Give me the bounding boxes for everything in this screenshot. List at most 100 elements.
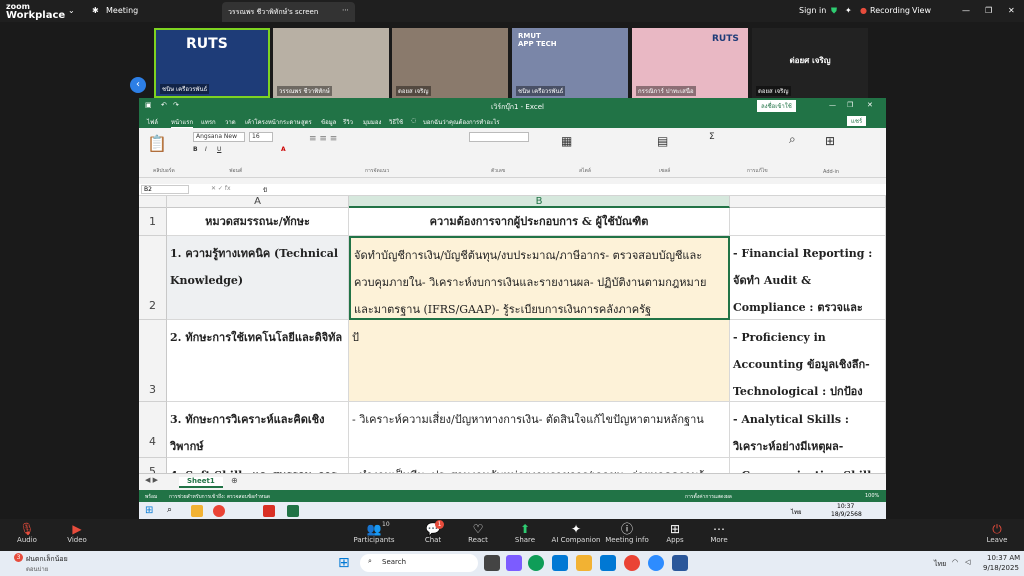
chevron-left-icon[interactable]: ‹	[130, 77, 146, 93]
chevron-down-icon[interactable]: ⌄	[68, 6, 75, 15]
minimize-icon[interactable]: —	[962, 6, 970, 15]
cell-b3[interactable]: ปั	[349, 320, 730, 402]
sparkle-icon[interactable]: ✦	[845, 6, 852, 15]
tell-me-input[interactable]: บอกฉันว่าคุณต้องการทำอะไร	[423, 117, 500, 127]
cell-a5[interactable]: 4. Soft Skills และสมรรถนะการ	[167, 458, 349, 473]
share-screen-tab[interactable]: วรรณพร ชีวาพิทักษ์'s screen ⋯	[222, 2, 355, 22]
recording-label[interactable]: Recording	[870, 6, 910, 15]
close-icon[interactable]: ✕	[1008, 6, 1015, 15]
volume-icon[interactable]: ◁	[965, 558, 970, 566]
cell-a2[interactable]: 1. ความรู้ทางเทคนิค (Technical Knowledge…	[167, 236, 349, 320]
zoom-icon[interactable]	[648, 555, 664, 571]
excel-signin-button[interactable]: ลงชื่อเข้าใช้	[757, 100, 796, 112]
wifi-icon[interactable]: ◠	[952, 558, 958, 566]
row-header[interactable]: 1	[139, 208, 167, 236]
apps-button[interactable]: ⊞ Apps	[650, 522, 700, 544]
video-button[interactable]: ▶ Video	[52, 522, 102, 544]
add-sheet-icon[interactable]: ⊕	[231, 476, 238, 485]
restore-icon[interactable]: ❐	[985, 6, 992, 15]
tab-review[interactable]: รีวิว	[343, 117, 353, 127]
tray-time[interactable]: 10:37 AM	[987, 554, 1020, 562]
sheet-tab[interactable]: Sheet1	[179, 477, 223, 488]
tab-formulas[interactable]: สูตร	[301, 117, 312, 127]
audio-button[interactable]: 🎙 Audio	[2, 522, 52, 544]
pdf-icon[interactable]	[263, 505, 275, 517]
tab-data[interactable]: ข้อมูล	[321, 117, 336, 127]
undo-icon[interactable]: ↶	[161, 101, 167, 109]
search-box[interactable]: ⌕ Search	[360, 554, 478, 572]
conditional-format-icon[interactable]: ▦	[561, 134, 572, 148]
cells-icon[interactable]: ▤	[657, 134, 668, 148]
video-tile[interactable]: RMUT APP TECH ชนิษ เครือวรพันธ์	[512, 28, 628, 98]
more-button[interactable]: ⋯ More	[694, 522, 744, 544]
tray-lang[interactable]: ไทย	[934, 559, 946, 570]
tab-home[interactable]: หน้าแรก	[171, 117, 194, 128]
font-color-icon[interactable]: A	[281, 146, 286, 153]
meeting-label[interactable]: Meeting	[106, 6, 138, 15]
copilot-icon[interactable]	[506, 555, 522, 571]
name-box[interactable]: B2	[141, 185, 189, 194]
cell-c2[interactable]: - Financial Reporting : จัดทำ Audit & Co…	[730, 236, 886, 320]
autosum-icon[interactable]: Σ	[709, 132, 715, 142]
underline-icon[interactable]: U	[217, 146, 221, 153]
tab-help[interactable]: วิธีใช้	[389, 117, 403, 127]
cell-a4[interactable]: 3. ทักษะการวิเคราะห์และคิดเชิงวิพากษ์	[167, 402, 349, 458]
minimize-icon[interactable]: —	[829, 101, 836, 109]
tab-insert[interactable]: แทรก	[201, 117, 216, 127]
tab-page-layout[interactable]: เค้าโครงหน้ากระดาษ	[245, 117, 301, 127]
react-button[interactable]: ♡ React	[453, 522, 503, 544]
tab-draw[interactable]: วาด	[225, 117, 236, 127]
row-header[interactable]: 2	[139, 236, 167, 320]
video-tile[interactable]: ดอยส เจริญ	[392, 28, 508, 98]
font-size-select[interactable]: 16	[249, 132, 273, 142]
addin-icon[interactable]: ⊞	[825, 134, 835, 148]
italic-icon[interactable]: I	[205, 146, 207, 153]
more-options-icon[interactable]: ⋯	[342, 6, 349, 14]
word-icon[interactable]	[672, 555, 688, 571]
number-format-select[interactable]	[469, 132, 529, 142]
column-header-a[interactable]: A	[167, 196, 349, 208]
cell-b1[interactable]: ความต้องการจากผู้ประกอบการ & ผู้ใช้บัณฑิ…	[349, 208, 730, 236]
cell-a3[interactable]: 2. ทักษะการใช้เทคโนโลยีและดิจิทัล	[167, 320, 349, 402]
cell-c1[interactable]	[730, 208, 886, 236]
sign-in-button[interactable]: Sign in	[799, 6, 826, 15]
formula-input[interactable]: ปั	[263, 185, 267, 195]
leave-button[interactable]: ⏻ Leave	[972, 522, 1022, 544]
windows-icon[interactable]: ⊞	[145, 505, 153, 516]
column-header-b[interactable]: B	[349, 196, 730, 208]
status-display-settings[interactable]: การตั้งค่าการแสดงผล	[685, 493, 732, 501]
row-header[interactable]: 3	[139, 320, 167, 402]
ai-companion-button[interactable]: ✦ AI Companion	[548, 522, 604, 544]
column-header-c[interactable]	[730, 196, 886, 208]
select-all-corner[interactable]	[139, 196, 167, 208]
font-name-select[interactable]: Angsana New	[193, 132, 245, 142]
status-accessibility[interactable]: การช่วยสำหรับการเข้าถึง: ตรวจสอบข้อกำหนด	[169, 493, 270, 501]
participants-button[interactable]: 👥 Participants	[349, 522, 399, 544]
tab-view[interactable]: มุมมอง	[363, 117, 381, 127]
video-tile[interactable]: ต่อยศ เจริญ ดอยส เจริญ	[752, 28, 868, 98]
row-header[interactable]: 4	[139, 402, 167, 458]
save-icon[interactable]: ▣	[145, 101, 152, 109]
meeting-info-button[interactable]: ⓘ Meeting info	[602, 522, 652, 544]
task-view-icon[interactable]	[484, 555, 500, 571]
cell-b4[interactable]: - วิเคราะห์ความเสี่ยง/ปัญหาทางการเงิน- ต…	[349, 402, 730, 458]
file-explorer-icon[interactable]	[191, 505, 203, 517]
align-icon[interactable]: ≡ ≡ ≡	[309, 134, 337, 144]
view-button[interactable]: View	[912, 6, 931, 15]
video-tile[interactable]: RUTS กรรณิการ์ ปาทะเสนือ	[632, 28, 748, 98]
excel-taskbar-icon[interactable]	[287, 505, 299, 517]
row-header[interactable]: 5	[139, 458, 167, 473]
tray-date[interactable]: 9/18/2025	[983, 564, 1019, 572]
zoom-level[interactable]: 100%	[865, 493, 879, 499]
cell-b5[interactable]: - ทำงานเป็นทีม, ประสานงานกับหน่วยงานราชก…	[349, 458, 730, 473]
cell-c4[interactable]: - Analytical Skills : วิเคราะห์อย่างมีเห…	[730, 402, 886, 458]
video-tile[interactable]: RUTS ชนิษ เครือวรพันธ์	[154, 28, 270, 98]
chat-button[interactable]: 💬 Chat	[408, 522, 458, 544]
share-button[interactable]: ⬆ Share	[500, 522, 550, 544]
file-explorer-icon[interactable]	[576, 555, 592, 571]
redo-icon[interactable]: ↷	[173, 101, 179, 109]
tray-lang[interactable]: ไทย	[791, 507, 802, 517]
bold-icon[interactable]: B	[193, 146, 198, 153]
edge-icon[interactable]	[528, 555, 544, 571]
cell-c3[interactable]: - Proficiency in Accounting ข้อมูลเชิงลึ…	[730, 320, 886, 402]
